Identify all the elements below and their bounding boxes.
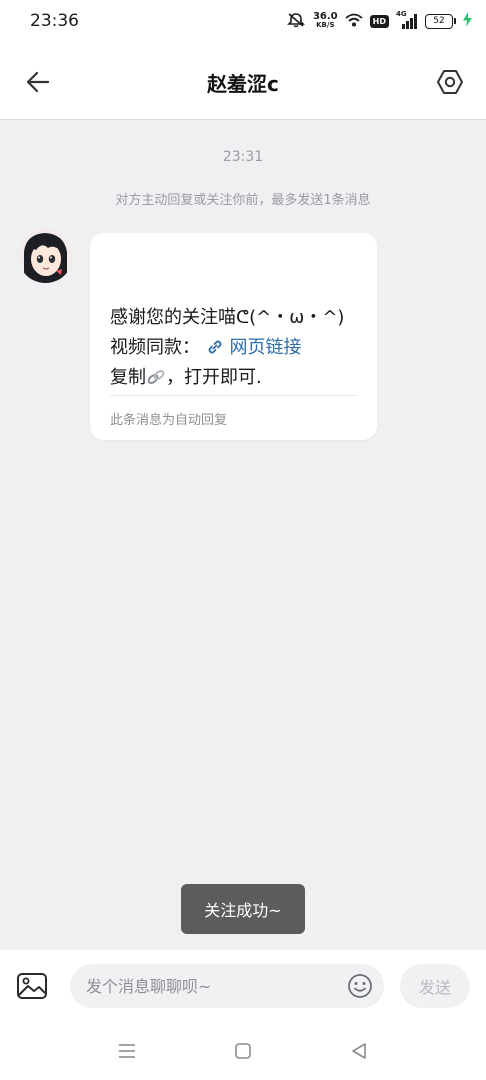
message-bubble[interactable]: 感谢您的关注喵ᕦ(^・ω・^) 视频同款： 网页链接 复制 ，打开即可. 此条消… [90, 233, 377, 440]
back-triangle-icon [352, 1043, 366, 1059]
recents-button[interactable] [114, 1038, 140, 1064]
battery-level: 52 [425, 13, 453, 29]
net-speed: 36.0 KB/S [313, 12, 338, 30]
sender-avatar[interactable] [18, 228, 73, 283]
system-back-button[interactable] [346, 1038, 372, 1064]
net-speed-value: 36.0 [312, 11, 338, 22]
auto-reply-note: 此条消息为自动回复 [110, 413, 228, 428]
hd-badge: HD [369, 14, 389, 28]
message-limit-notice: 对方主动回复或关注你前，最多发送1条消息 [115, 193, 371, 208]
message-line-1: 感谢您的关注喵ᕦ(^・ω・^) [110, 307, 345, 328]
message-input[interactable] [86, 964, 336, 1008]
image-icon [17, 973, 47, 999]
send-button[interactable]: 发送 [400, 964, 470, 1008]
web-link[interactable]: 网页链接 [206, 337, 302, 358]
battery-icon: 52 [425, 13, 456, 29]
wifi-icon [345, 13, 363, 30]
message-input-container [70, 964, 384, 1008]
home-button[interactable] [230, 1038, 256, 1064]
system-navigation-bar [0, 1022, 486, 1080]
status-icons: 36.0 KB/S HD 4G 52 [286, 10, 472, 32]
follow-success-toast: 关注成功~ [181, 884, 305, 934]
chat-settings-button[interactable] [432, 64, 468, 100]
chain-link-icon [147, 370, 165, 384]
link-icon [208, 340, 222, 354]
chat-header: 赵羞涩c [0, 44, 486, 120]
menu-icon [119, 1044, 135, 1058]
message-line-2: 视频同款： 网页链接 [110, 333, 301, 359]
home-icon [235, 1043, 251, 1059]
charging-icon [463, 12, 472, 30]
net-speed-unit: KB/S [316, 21, 335, 29]
mute-icon [286, 12, 306, 31]
message-input-bar: 发送 [0, 950, 486, 1022]
anime-girl-avatar-icon [18, 228, 73, 283]
message-timestamp: 23:31 [222, 149, 264, 165]
emoji-button[interactable] [346, 972, 374, 1000]
emoji-icon [348, 974, 372, 998]
settings-icon [437, 70, 463, 94]
message-line-3-suffix: ，打开即可. [166, 367, 262, 388]
message-line-2-prefix: 视频同款： [110, 337, 200, 358]
status-time: 23:36 [30, 11, 79, 31]
chat-title: 赵羞涩c [207, 72, 279, 96]
signal-icon: 4G [396, 10, 418, 29]
message-line-3-prefix: 复制 [110, 367, 146, 388]
message-line-3: 复制 ，打开即可. [110, 363, 262, 389]
bubble-divider [110, 395, 357, 396]
status-bar: 23:36 36.0 KB/S HD 4G 52 [0, 0, 486, 44]
image-picker-button[interactable] [14, 968, 50, 1004]
web-link-text: 网页链接 [229, 337, 302, 358]
